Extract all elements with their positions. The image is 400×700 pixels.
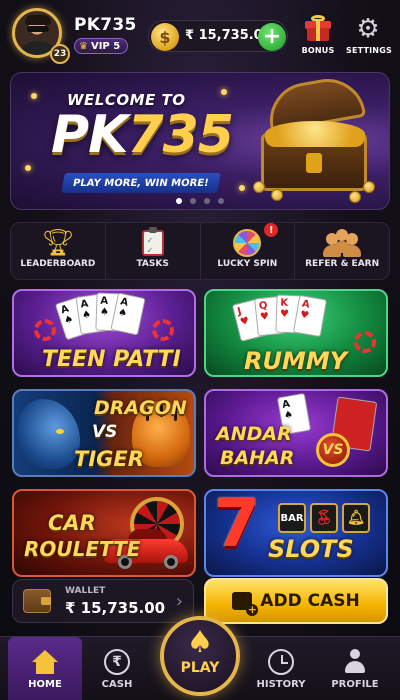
pagination-dot[interactable] [218,198,224,204]
nav-cash[interactable]: ₹ CASH [80,637,154,700]
dragon-icon [18,399,80,469]
game-tile-car-roulette[interactable]: CAR ROULETTE [12,489,196,577]
wallet-label: WALLET [65,586,106,596]
nav-profile-label: PROFILE [331,679,379,690]
pagination-dot[interactable] [190,198,196,204]
avatar-sunglasses [27,26,49,32]
cherry-icon: 🍒︎ [310,503,338,533]
game-tile-andar-bahar[interactable]: A ♠ VS ANDAR BAHAR [204,389,388,477]
gift-icon [305,15,331,41]
username: PK735 [74,15,137,35]
brand-pk: PK [51,105,128,165]
level-badge: 23 [50,44,70,64]
pagination-dot[interactable] [176,198,182,204]
settings-label: SETTINGS [346,46,392,55]
nav-home[interactable]: HOME [8,637,82,700]
coin-icon: $ [151,23,179,51]
sparkle-decor [25,165,31,171]
nav-profile[interactable]: PROFILE [318,637,392,700]
play-label: PLAY [180,660,220,676]
banner-pagination [176,198,224,204]
quick-actions-bar: 🏆︎ LEADERBOARD ✓ ✓ TASKS ! LUCKY SPIN REF… [10,222,390,280]
car-wheel-icon [164,555,178,569]
tasks-label: TASKS [136,259,169,269]
game-tile-slots[interactable]: 7 BAR 🍒︎ 🔔︎ SLOTS [204,489,388,577]
pagination-dot[interactable] [204,198,210,204]
wallet-add-icon [232,592,259,616]
promo-banner[interactable]: WELCOME TO PK735 PLAY MORE, WIN MORE! [10,72,390,210]
add-cash-button[interactable]: ADD CASH [204,578,388,624]
bonus-button[interactable]: BONUS [296,14,340,55]
rupee-icon: ₹ [104,649,130,675]
history-clock-icon [268,649,294,675]
profile-icon [343,649,367,675]
wallet-amount: ₹ 15,735.00 [65,599,166,617]
vip-badge: ♛ VIP 5 [74,38,129,54]
lucky-spin-label: LUCKY SPIN [217,259,278,269]
top-bar: 23 PK735 ♛ VIP 5 $ ₹ 15,735.00 + BONUS ⚙… [0,0,400,64]
add-balance-button[interactable]: + [258,23,286,51]
sparkle-decor [31,93,37,99]
slot-reel-bar: BAR [278,503,306,533]
leaderboard-label: LEADERBOARD [20,259,96,269]
add-cash-label: ADD CASH [260,591,360,611]
tasks-button[interactable]: ✓ ✓ TASKS [106,223,201,279]
game-tile-dragon-tiger[interactable]: DRAGON VS TIGER [12,389,196,477]
andar-title: ANDAR [216,423,292,445]
nav-home-label: HOME [28,679,62,690]
rummy-title: RUMMY [244,347,348,375]
sparkle-decor [221,89,227,95]
poker-chip-icon [34,319,56,341]
tiger-title: TIGER [74,447,144,471]
lucky-spin-button[interactable]: ! LUCKY SPIN [201,223,296,279]
play-button[interactable]: ♠ PLAY [160,616,240,696]
gear-icon: ⚙ [356,14,380,44]
brand-number: 735 [127,105,234,165]
home-icon [32,650,58,674]
people-icon [323,229,362,257]
spin-wheel-icon [233,229,262,257]
wallet-card[interactable]: WALLET ₹ 15,735.00 › [12,579,194,623]
bahar-title: BAHAR [220,447,295,469]
vs-badge: VS [316,433,350,467]
nav-cash-label: CASH [101,679,133,690]
sparkle-decor [239,185,245,191]
chevron-right-icon: › [175,591,183,612]
avatar-hair [25,15,51,25]
vip-label: VIP 5 [90,40,121,52]
nav-history-label: HISTORY [256,679,306,690]
game-tile-teen-patti[interactable]: A ♠ A ♠ A ♠ A ♠ TEEN PATTI [12,289,196,377]
teen-patti-title: TEEN PATTI [42,347,181,372]
clipboard-icon: ✓ ✓ [141,227,164,256]
refer-earn-label: REFER & EARN [305,259,380,269]
poker-chip-icon [354,331,376,353]
playing-card-icon: A ♥ [292,294,328,338]
treasure-chest-icon [253,73,381,203]
bonus-label: BONUS [301,46,335,55]
settings-button[interactable]: ⚙ SETTINGS [346,14,392,55]
wallet-icon [23,589,51,613]
banner-tagline: PLAY MORE, WIN MORE! [61,173,221,193]
banner-brand: PK735 [51,105,234,165]
spade-icon: ♠ [186,625,214,660]
poker-chip-icon [152,319,174,341]
crown-icon: ♛ [79,40,88,52]
bell-icon: 🔔︎ [342,503,370,533]
dragon-vs-title: VS [92,422,118,442]
nav-history[interactable]: HISTORY [244,637,318,700]
game-tile-rummy[interactable]: J ♥ Q ♥ K ♥ A ♥ RUMMY [204,289,388,377]
trophy-icon: 🏆︎ [41,228,75,258]
roulette-title: ROULETTE [24,537,141,561]
car-title: CAR [48,511,96,535]
balance-pill[interactable]: $ ₹ 15,735.00 + [148,20,288,52]
dragon-title: DRAGON [94,397,187,419]
slots-title: SLOTS [268,535,354,563]
refer-earn-button[interactable]: REFER & EARN [295,223,389,279]
lucky-seven-icon: 7 [214,489,260,562]
leaderboard-button[interactable]: 🏆︎ LEADERBOARD [11,223,106,279]
